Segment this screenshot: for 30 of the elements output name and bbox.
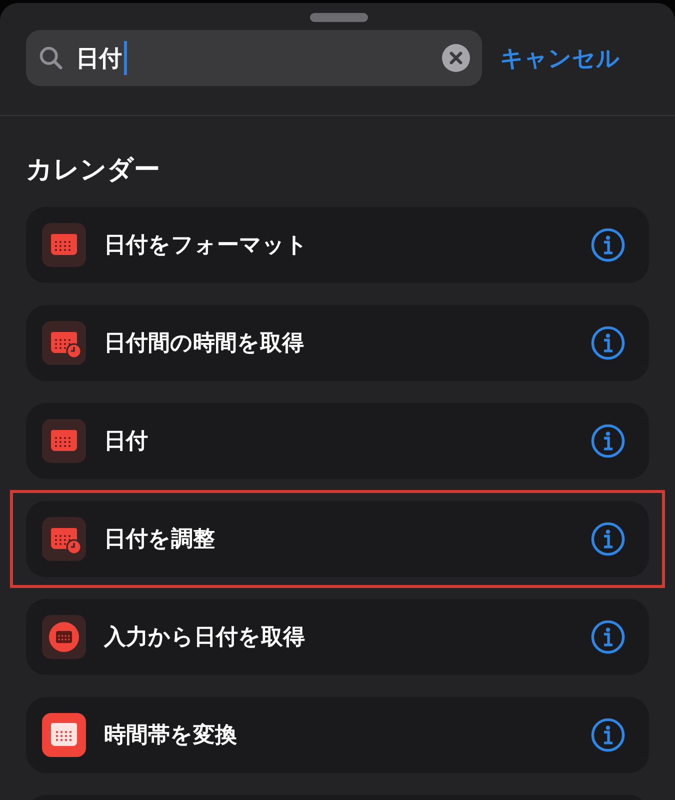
search-field[interactable]: 日付 (26, 30, 482, 86)
action-row[interactable]: 日付を調整 (26, 501, 649, 577)
action-row[interactable]: 日付間の時間を取得 (26, 305, 649, 381)
action-title: 日付を調整 (104, 526, 216, 554)
info-icon[interactable] (591, 620, 625, 654)
search-icon (38, 45, 64, 71)
info-icon[interactable] (591, 424, 625, 458)
calendar-icon (42, 615, 86, 659)
action-title: 入力から日付を取得 (104, 624, 306, 652)
action-row[interactable]: 日付 (26, 403, 649, 479)
drag-handle[interactable] (310, 13, 368, 22)
action-row[interactable]: 入力から日付を取得 (26, 599, 649, 675)
cancel-button[interactable]: キャンセル (500, 42, 620, 74)
info-icon[interactable] (591, 718, 625, 752)
calendar-icon (42, 223, 86, 267)
action-title: 日付 (104, 428, 149, 456)
action-row[interactable]: 日付をフォーマット (26, 207, 649, 283)
clear-button[interactable] (442, 44, 470, 72)
action-row[interactable]: 時間帯を変換 (26, 697, 649, 773)
calendar-icon (42, 419, 86, 463)
action-title: 時間帯を変換 (104, 722, 238, 750)
calendar-icon (42, 713, 86, 757)
section-title: カレンダー (25, 154, 161, 187)
info-icon[interactable] (591, 326, 625, 360)
calendar-clock-icon (42, 321, 86, 365)
info-icon[interactable] (591, 228, 625, 262)
action-title: 日付間の時間を取得 (104, 330, 305, 358)
info-icon[interactable] (591, 522, 625, 556)
calendar-clock-icon (42, 517, 86, 561)
action-title: 日付をフォーマット (104, 232, 309, 260)
